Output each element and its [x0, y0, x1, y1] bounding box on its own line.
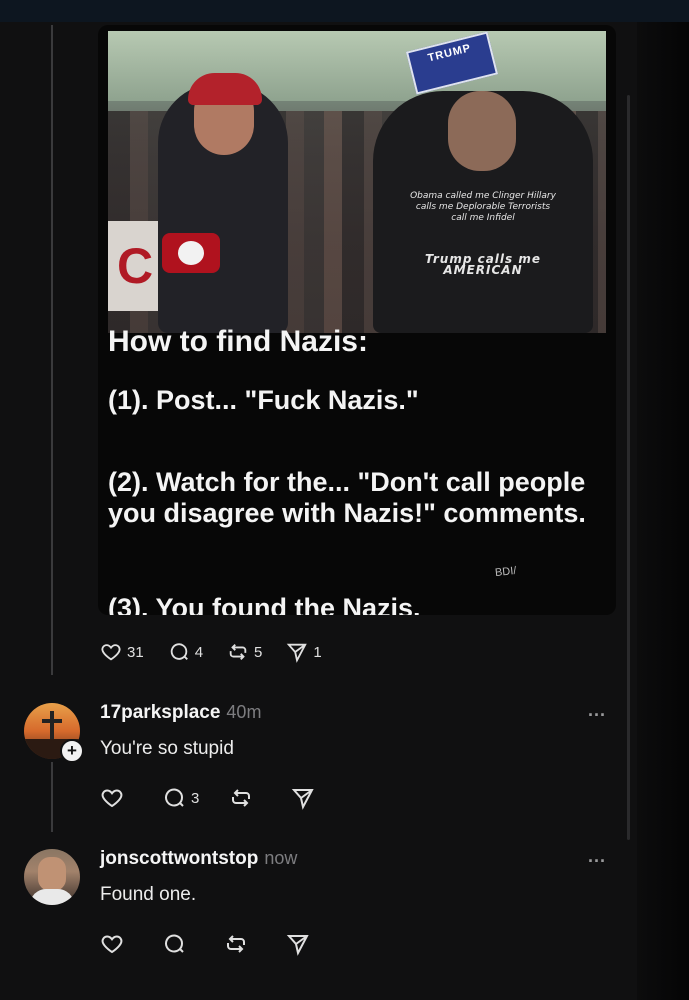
armband	[162, 233, 220, 273]
repost-count: 5	[254, 643, 263, 661]
person-left	[158, 73, 288, 333]
username-text[interactable]: 17parksplace	[100, 702, 220, 723]
comment-time: 40m	[226, 702, 262, 722]
watermark: BDI/	[494, 564, 517, 580]
more-icon[interactable]: ...	[588, 846, 606, 867]
avatar-shirt	[30, 889, 74, 905]
repost-button[interactable]: 5	[227, 641, 262, 663]
comment-text: You're so stupid	[100, 738, 234, 759]
shirt-text-small: Obama called me Clinger Hillary calls me…	[410, 191, 556, 223]
share-icon	[286, 932, 310, 956]
protest-sign: C	[108, 221, 162, 311]
scrollbar[interactable]	[627, 95, 630, 840]
thread-line-post	[51, 25, 53, 675]
comment-actions: 3	[100, 784, 339, 812]
share-icon	[286, 641, 308, 663]
like-button[interactable]	[100, 932, 124, 956]
meme-line-1: (1). Post... "Fuck Nazis."	[108, 385, 419, 415]
cross-icon	[50, 711, 54, 741]
reply-button[interactable]: 3	[162, 786, 199, 810]
share-count: 1	[313, 643, 322, 661]
heart-icon	[100, 641, 122, 663]
follow-plus-icon[interactable]: +	[60, 739, 84, 763]
share-button[interactable]	[286, 932, 310, 956]
repost-icon	[227, 641, 249, 663]
cross-bar	[42, 719, 62, 723]
top-bar	[0, 0, 689, 22]
repost-icon	[224, 932, 248, 956]
like-button[interactable]: 31	[100, 641, 144, 663]
reply-button[interactable]	[162, 932, 186, 956]
comment-author[interactable]: 17parksplace 40m	[100, 702, 261, 724]
reply-count: 4	[194, 643, 204, 661]
username-text[interactable]: jonscottwontstop	[100, 848, 258, 869]
comment-text: Found one.	[100, 884, 197, 905]
shirt-text-big: Trump calls me AMERICAN	[425, 252, 541, 277]
person-right-head	[448, 91, 516, 171]
avatar[interactable]	[24, 849, 80, 905]
red-cap	[188, 73, 262, 105]
reply-button[interactable]: 4	[168, 641, 203, 663]
comment-icon	[162, 932, 186, 956]
avatar-face	[38, 857, 66, 891]
like-button[interactable]	[100, 786, 124, 810]
comment-author[interactable]: jonscottwontstop now	[100, 848, 297, 870]
post-image[interactable]: TRUMP C Obama called me Clinger Hillary …	[98, 25, 616, 615]
armband-disc	[178, 241, 204, 265]
heart-icon	[100, 786, 124, 810]
like-count: 31	[127, 643, 144, 661]
comment-actions	[100, 930, 334, 958]
repost-icon	[229, 786, 253, 810]
meme-line-2: (2). Watch for the... "Don't call people…	[108, 467, 586, 528]
reply-count: 3	[191, 789, 200, 807]
thread-line-comment	[51, 762, 53, 832]
meme-photo: TRUMP C Obama called me Clinger Hillary …	[108, 31, 606, 333]
thread-screen: TRUMP C Obama called me Clinger Hillary …	[0, 0, 689, 1000]
more-icon[interactable]: ...	[588, 700, 606, 721]
shirt-text: Obama called me Clinger Hillary calls me…	[408, 191, 558, 276]
repost-button[interactable]	[229, 786, 253, 810]
meme-title: How to find Nazis:	[108, 325, 368, 358]
share-button[interactable]: 1	[286, 641, 322, 663]
screen-edge	[637, 22, 689, 1000]
repost-button[interactable]	[224, 932, 248, 956]
heart-icon	[100, 932, 124, 956]
comment-time: now	[264, 848, 298, 868]
share-button[interactable]	[291, 786, 315, 810]
post-actions: 31 4 5 1	[100, 638, 346, 666]
comment-icon	[168, 641, 190, 663]
share-icon	[291, 786, 315, 810]
comment-icon	[162, 786, 186, 810]
meme-line-3: (3). You found the Nazis.	[108, 593, 421, 615]
